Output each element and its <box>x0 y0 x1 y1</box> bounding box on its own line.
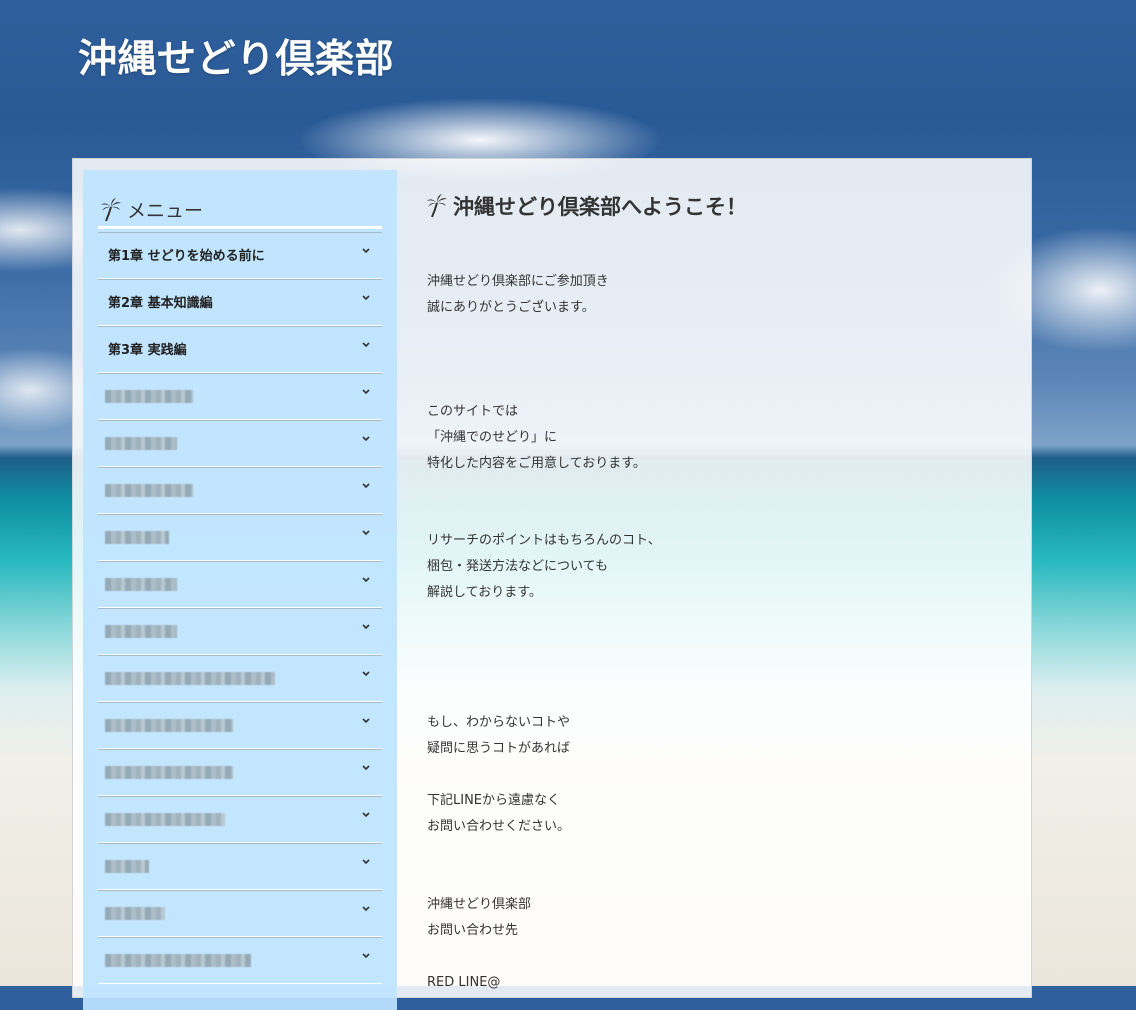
sidebar-menu-item[interactable] <box>98 467 382 514</box>
blurred-menu-label <box>105 625 177 638</box>
sidebar-menu-item[interactable] <box>98 843 382 890</box>
content-line: 特化した内容をご用意しております。 <box>427 456 646 471</box>
content-line: 解説しております。 <box>427 585 542 600</box>
content-line: 誠にありがとうございます。 <box>427 300 595 315</box>
content-line: 梱包・発送方法などについても <box>427 559 608 574</box>
content-paragraph: 沖縄せどり倶楽部にご参加頂き 誠にありがとうございます。 <box>427 269 609 321</box>
main-heading-text: 沖縄せどり倶楽部へようこそ！ <box>453 195 747 219</box>
chevron-down-icon <box>362 624 370 630</box>
content-paragraph: 沖縄せどり倶楽部 お問い合わせ先 <box>427 892 531 944</box>
content-line: RED LINE@ <box>427 975 501 990</box>
palm-tree-icon <box>427 194 447 218</box>
sidebar-menu-item[interactable] <box>98 702 382 749</box>
sidebar-menu-item[interactable]: 第2章 基本知識編 <box>98 279 382 326</box>
sidebar-menu-item[interactable] <box>98 890 382 937</box>
sidebar-menu-item[interactable] <box>98 514 382 561</box>
chevron-down-icon <box>362 906 370 912</box>
blurred-menu-label <box>105 860 149 873</box>
content-line: リサーチのポイントはもちろんのコト、 <box>427 533 661 548</box>
blurred-menu-label <box>105 719 233 732</box>
sidebar-menu-item-label: 第3章 実践編 <box>108 343 187 358</box>
palm-tree-icon <box>101 197 121 221</box>
chevron-down-icon <box>362 671 370 677</box>
sidebar-menu-item[interactable] <box>98 655 382 702</box>
blurred-menu-label <box>105 484 193 497</box>
content-paragraph: 下記LINEから遠慮なく お問い合わせください。 <box>427 788 570 840</box>
blurred-menu-label <box>105 907 165 920</box>
sidebar-menu-item[interactable] <box>98 373 382 420</box>
content-line: 下記LINEから遠慮なく <box>427 793 561 808</box>
sidebar-menu-item[interactable] <box>98 420 382 467</box>
sidebar-menu-list: 第1章 せどりを始める前に 第2章 基本知識編 第3章 実践編 <box>98 232 382 984</box>
content-line: お問い合わせください。 <box>427 819 571 834</box>
content-paragraph: リサーチのポイントはもちろんのコト、 梱包・発送方法などについても 解説しております… <box>427 528 661 606</box>
site-title[interactable]: 沖縄せどり倶楽部 <box>78 28 394 84</box>
chevron-down-icon <box>362 389 370 395</box>
sidebar-menu-item-label: 第2章 基本知識編 <box>108 296 213 311</box>
sidebar-menu-item[interactable] <box>98 796 382 843</box>
chevron-down-icon <box>362 859 370 865</box>
main-heading: 沖縄せどり倶楽部へようこそ！ <box>427 191 987 221</box>
sidebar: メニュー 第1章 せどりを始める前に 第2章 基本知識編 第3章 実践編 <box>83 170 397 1010</box>
content-container: メニュー 第1章 せどりを始める前に 第2章 基本知識編 第3章 実践編 沖縄せどり… <box>72 158 1032 1010</box>
blurred-menu-label <box>105 578 177 591</box>
content-line: 沖縄せどり倶楽部 <box>427 897 532 912</box>
content-line: お問い合わせ先 <box>427 923 519 938</box>
chevron-down-icon <box>362 342 370 348</box>
chevron-down-icon <box>362 812 370 818</box>
content-paragraph: このサイトでは「沖縄でのせどり」に特化した内容をご用意しております。 <box>427 399 646 477</box>
main-content: 沖縄せどり倶楽部へようこそ！ 沖縄せどり倶楽部にご参加頂き 誠にありがとうございま… <box>427 191 987 990</box>
chevron-down-icon <box>362 295 370 301</box>
chevron-down-icon <box>362 718 370 724</box>
sidebar-menu-item[interactable] <box>98 937 382 984</box>
content-paragraph: もし、わからないコトや 疑問に思うコトがあれば <box>427 710 570 762</box>
sidebar-menu-item[interactable] <box>98 749 382 796</box>
content-line: このサイトでは <box>427 404 519 419</box>
sidebar-menu-title: メニュー <box>101 196 203 223</box>
content-line: 沖縄せどり倶楽部にご参加頂き <box>427 274 609 289</box>
blurred-menu-label <box>105 954 251 967</box>
menu-title-divider <box>98 226 382 229</box>
sidebar-menu-item[interactable]: 第3章 実践編 <box>98 326 382 373</box>
chevron-down-icon <box>362 530 370 536</box>
menu-title-label: メニュー <box>127 200 204 222</box>
blurred-menu-label <box>105 813 225 826</box>
chevron-down-icon <box>362 577 370 583</box>
chevron-down-icon <box>362 953 370 959</box>
sidebar-menu-item-label: 第1章 せどりを始める前に <box>108 249 265 264</box>
sidebar-menu-item[interactable] <box>98 561 382 608</box>
chevron-down-icon <box>362 765 370 771</box>
sidebar-menu-item[interactable] <box>98 608 382 655</box>
content-paragraph: RED LINE@ <box>427 970 500 996</box>
sidebar-menu-item[interactable]: 第1章 せどりを始める前に <box>98 232 382 279</box>
blurred-menu-label <box>105 531 169 544</box>
chevron-down-icon <box>362 248 370 254</box>
content-line: もし、わからないコトや <box>427 715 571 730</box>
blurred-menu-label <box>105 672 275 685</box>
content-line: 「沖縄でのせどり」に <box>427 430 558 445</box>
blurred-menu-label <box>105 390 193 403</box>
blurred-menu-label <box>105 437 177 450</box>
chevron-down-icon <box>362 436 370 442</box>
chevron-down-icon <box>362 483 370 489</box>
blurred-menu-label <box>105 766 233 779</box>
content-line: 疑問に思うコトがあれば <box>427 741 571 756</box>
